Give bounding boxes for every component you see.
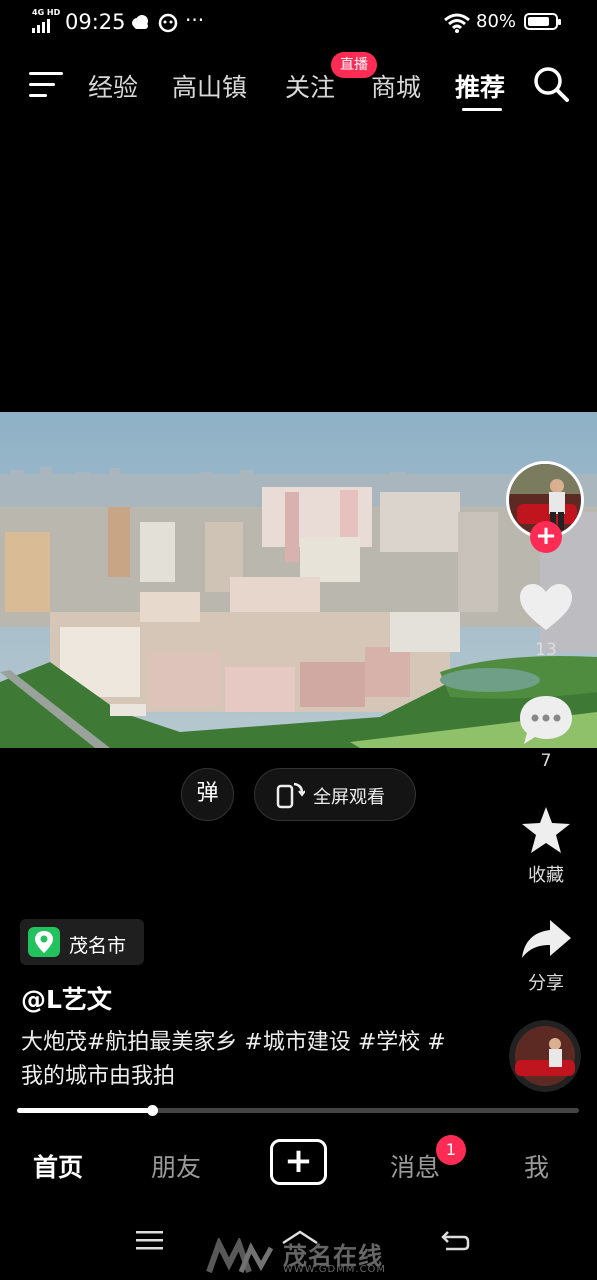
tab-recommend[interactable]: 推荐 [455,68,505,104]
comment-bubble-icon[interactable] [518,694,574,746]
comment-count: 7 [540,751,552,771]
recent-apps-icon[interactable] [136,1228,164,1252]
share-arrow-icon[interactable] [520,918,572,960]
tab-experience[interactable]: 经验 [88,68,138,104]
more-dots-icon: ··· [185,8,205,32]
danmu-toggle-button[interactable]: 弹 [181,768,234,821]
top-nav: 经验 高山镇 关注 直播 商城 推荐 [0,46,597,122]
network-indicator: 4G HD [32,8,61,17]
post-caption[interactable]: 大炮茂#航拍最美家乡 #城市建设 #学校 #我的城市由我拍 [21,1026,461,1094]
search-icon[interactable] [532,65,570,103]
location-chip[interactable]: 茂名市 [20,919,144,965]
share-label: 分享 [528,973,564,994]
follow-plus-button[interactable]: + [530,521,562,553]
back-nav-icon[interactable] [440,1228,470,1252]
like-count: 13 [535,640,557,660]
battery-percent: 80% [476,11,517,32]
watermark-url: WWW.GDMM.COM [283,1264,387,1275]
battery-icon [524,13,561,30]
fullscreen-button[interactable]: 全屏观看 [254,768,416,821]
watermark-logo: 茂名在线 WWW.GDMM.COM [205,1234,410,1280]
author-name[interactable]: @L艺文 [21,980,112,1016]
message-bubble-icon [158,13,178,33]
favorite-star-icon[interactable] [520,805,572,855]
progress-fill [17,1108,152,1113]
like-heart-icon[interactable] [518,582,574,632]
video-player[interactable] [0,412,597,748]
watermark-mark-icon [206,1238,274,1274]
tab-following[interactable]: 关注 [285,68,335,104]
menu-icon[interactable] [29,72,63,98]
weather-cloud-icon [132,15,148,29]
wifi-icon [444,13,470,33]
tab-gaoshan-town[interactable]: 高山镇 [172,68,247,104]
create-post-button[interactable]: + [270,1139,327,1185]
bottom-tab-messages[interactable]: 消息 [390,1148,440,1184]
tab-mall[interactable]: 商城 [371,68,421,104]
signal-icon [32,19,50,33]
location-label: 茂名市 [69,935,127,957]
active-tab-indicator [462,108,502,111]
video-frame-cityscape [0,412,597,748]
location-pin-icon [28,927,60,957]
fullscreen-label: 全屏观看 [313,787,385,808]
bottom-tab-me[interactable]: 我 [524,1148,549,1184]
clock: 09:25 [65,10,126,34]
music-disc-avatar[interactable] [509,1020,581,1092]
rotate-screen-icon [276,782,305,809]
video-progress-bar[interactable] [17,1105,579,1116]
favorite-label: 收藏 [528,865,564,886]
status-bar: 4G HD 09:25 ··· 80% [0,0,597,46]
bottom-tab-home[interactable]: 首页 [33,1148,83,1184]
bottom-tab-friends[interactable]: 朋友 [151,1148,201,1184]
messages-badge: 1 [436,1135,466,1165]
progress-knob[interactable] [146,1105,158,1116]
